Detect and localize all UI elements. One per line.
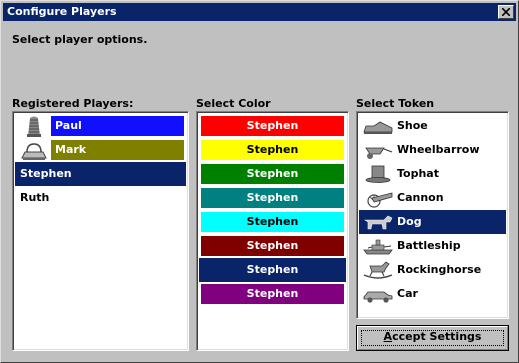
battleship-icon (363, 239, 393, 255)
player-name-stephen: Stephen (20, 167, 72, 180)
token-label-car: Car (397, 287, 418, 300)
token-row-dog[interactable]: Dog (359, 210, 506, 234)
player-row-paul[interactable]: Paul (15, 114, 186, 138)
window-title: Configure Players (7, 5, 117, 18)
token-row-battleship[interactable]: Battleship (359, 234, 506, 258)
color-swatch-green: Stephen (201, 164, 344, 184)
close-icon (502, 8, 510, 16)
accept-settings-button[interactable]: Accept Settings (356, 325, 509, 351)
token-row-shoe[interactable]: Shoe (359, 114, 506, 138)
player-row-stephen[interactable]: Stephen (15, 162, 186, 186)
player-name-paul: Paul (51, 116, 184, 136)
car-icon (363, 291, 393, 303)
select-color-label: Select Color (196, 97, 271, 110)
dog-icon (364, 215, 393, 230)
close-button[interactable] (498, 5, 514, 19)
color-option-maroon[interactable]: Stephen (199, 234, 346, 258)
iron-icon (21, 143, 47, 160)
select-token-label: Select Token (356, 97, 435, 110)
color-swatch-navy: Stephen (201, 260, 344, 280)
token-row-wheelbarrow[interactable]: Wheelbarrow (359, 138, 506, 162)
color-swatch-teal: Stephen (201, 188, 344, 208)
registered-players-label: Registered Players: (12, 97, 134, 110)
token-label-wheelbarrow: Wheelbarrow (397, 143, 480, 156)
cannon-icon (367, 192, 393, 208)
color-swatch-cyan: Stephen (201, 212, 344, 232)
color-swatch-purple: Stephen (201, 284, 344, 304)
rockinghorse-icon (363, 261, 393, 279)
token-label-battleship: Battleship (397, 239, 461, 252)
token-label-dog: Dog (397, 215, 422, 228)
token-label-cannon: Cannon (397, 191, 444, 204)
registered-players-list[interactable]: Paul Mark Stephen Ruth (12, 111, 189, 351)
token-row-car[interactable]: Car (359, 282, 506, 306)
shoe-icon (363, 121, 393, 134)
token-label-shoe: Shoe (397, 119, 428, 132)
color-option-yellow[interactable]: Stephen (199, 138, 346, 162)
color-option-navy[interactable]: Stephen (199, 258, 346, 282)
token-list[interactable]: Shoe Wheelbarrow Tophat Cannon Dog Battl… (356, 111, 509, 319)
token-label-tophat: Tophat (397, 167, 439, 180)
token-row-tophat[interactable]: Tophat (359, 162, 506, 186)
instructions-text: Select player options. (12, 33, 148, 46)
token-row-cannon[interactable]: Cannon (359, 186, 506, 210)
token-row-rockinghorse[interactable]: Rockinghorse (359, 258, 506, 282)
color-option-cyan[interactable]: Stephen (199, 210, 346, 234)
color-option-teal[interactable]: Stephen (199, 186, 346, 210)
player-row-ruth[interactable]: Ruth (15, 186, 186, 210)
title-bar[interactable]: Configure Players (3, 3, 516, 21)
tophat-icon (365, 165, 391, 183)
color-swatch-yellow: Stephen (201, 140, 344, 160)
color-swatch-red: Stephen (201, 116, 344, 136)
color-option-purple[interactable]: Stephen (199, 282, 346, 306)
color-option-green[interactable]: Stephen (199, 162, 346, 186)
color-swatch-maroon: Stephen (201, 236, 344, 256)
color-option-red[interactable]: Stephen (199, 114, 346, 138)
player-name-mark: Mark (51, 140, 184, 160)
color-list[interactable]: Stephen Stephen Stephen Stephen Stephen … (196, 111, 349, 351)
configure-players-dialog: Configure Players Select player options.… (0, 0, 519, 363)
wheelbarrow-icon (365, 147, 393, 159)
player-row-mark[interactable]: Mark (15, 138, 186, 162)
player-name-ruth: Ruth (20, 191, 50, 204)
thimble-icon (27, 116, 41, 137)
accept-settings-label: Accept Settings (383, 330, 482, 343)
token-label-rockinghorse: Rockinghorse (397, 263, 482, 276)
